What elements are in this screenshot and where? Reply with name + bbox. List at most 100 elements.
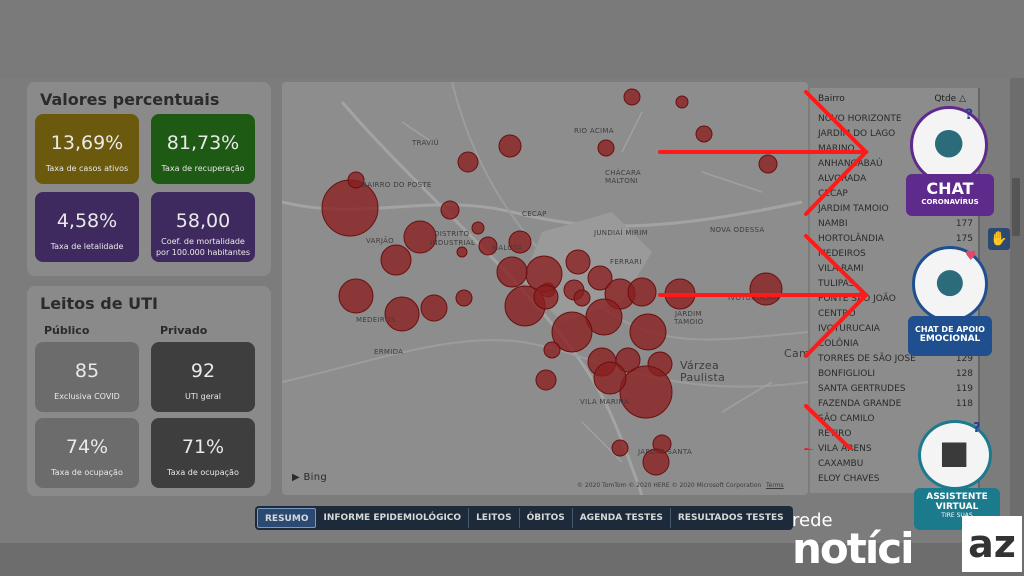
page-scrollbar[interactable]: [1012, 178, 1020, 236]
assistente-virtual-button[interactable]: ■ ? ASSISTENTE VIRTUAL TIRE SUAS: [914, 418, 1000, 530]
map-label: VARJÃO: [366, 237, 394, 245]
map-terms-link[interactable]: Terms: [766, 482, 784, 490]
card-label: Taxa de letalidade: [50, 242, 124, 251]
chat-apoio-button[interactable]: ● ♥ CHAT DE APOIO EMOCIONAL: [908, 244, 992, 358]
map-label: DISTRITO: [434, 230, 470, 238]
case-bubble[interactable]: [565, 249, 591, 275]
card-value: 71%: [181, 436, 225, 458]
assistente-line1: ASSISTENTE: [926, 492, 988, 502]
case-bubble[interactable]: [440, 200, 460, 220]
map-label: MALOTA: [492, 244, 523, 252]
card-value: 92: [190, 360, 216, 382]
tab-resumo[interactable]: RESUMO: [257, 508, 317, 528]
case-bubble[interactable]: [627, 277, 657, 307]
apoio-line2: EMOCIONAL: [919, 334, 981, 344]
map-label: INDUSTRIAL: [430, 239, 476, 247]
map-label: RIO ACIMA: [574, 127, 614, 135]
logo-bottom: notíci: [792, 524, 915, 573]
map-label: TRAVIÚ: [412, 139, 439, 147]
bairro-qty: 118: [955, 399, 973, 409]
apoio-avatar: ● ♥: [912, 246, 988, 322]
case-bubble[interactable]: [471, 221, 485, 235]
map-label: CECAP: [522, 210, 547, 218]
bairro-qty: 128: [955, 369, 973, 379]
chat-coronavirus-button[interactable]: ● ? CHAT CORONAVÍRUS: [906, 104, 994, 218]
col-header-qtde-label: Qtde: [934, 94, 957, 104]
case-bubble[interactable]: [384, 296, 420, 332]
chat-subtitle: CORONAVÍRUS: [921, 198, 979, 206]
case-bubble[interactable]: [597, 139, 615, 157]
chat-title: CHAT: [926, 179, 974, 198]
sort-icon: △: [959, 94, 966, 104]
card-value: 58,00: [175, 210, 231, 232]
case-bubble[interactable]: [573, 289, 591, 307]
tab-leitos[interactable]: LEITOS: [469, 508, 520, 528]
bing-icon: ▶: [292, 472, 300, 483]
card-recovery: 81,73% Taxa de recuperação: [151, 114, 255, 184]
heart-icon: ♥: [965, 249, 977, 264]
card-label-2: por 100.000 habitantes: [155, 248, 251, 257]
page-tabs: RESUMO INFORME EPIDEMIOLÓGICO LEITOS ÓBI…: [255, 506, 793, 530]
tab-informe[interactable]: INFORME EPIDEMIOLÓGICO: [316, 508, 470, 528]
case-bubble[interactable]: [455, 289, 473, 307]
case-bubble[interactable]: [533, 284, 559, 310]
case-bubble[interactable]: [457, 151, 479, 173]
card-label: Taxa de ocupação: [167, 468, 239, 477]
case-bubble[interactable]: [496, 256, 528, 288]
agent-headset-icon: ●: [933, 121, 965, 162]
tab-resultados[interactable]: RESULTADOS TESTES: [671, 508, 791, 528]
robot-icon: ■: [939, 433, 970, 471]
card-private-uti: 92 UTI geral: [151, 342, 255, 412]
card-public-occupancy: 74% Taxa de ocupação: [35, 418, 139, 488]
case-bubble[interactable]: [593, 361, 627, 395]
question-icon: ?: [973, 421, 981, 436]
case-bubble[interactable]: [543, 341, 561, 359]
case-bubble[interactable]: [380, 244, 412, 276]
uti-panel-title: Leitos de UTI: [40, 294, 158, 313]
card-value: 85: [74, 360, 100, 382]
percent-panel-title: Valores percentuais: [40, 90, 220, 109]
case-bubble[interactable]: [623, 88, 641, 106]
case-bubble[interactable]: [338, 278, 374, 314]
case-bubble[interactable]: [535, 369, 557, 391]
bairro-qty: 119: [955, 384, 973, 394]
card-label: Taxa de recuperação: [161, 164, 245, 173]
bairro-qty: 175: [955, 234, 973, 244]
card-mortality: 58,00 Coef. de mortalidade por 100.000 h…: [151, 192, 255, 262]
map-label: MEDEIROS: [356, 316, 396, 324]
card-public-covid: 85 Exclusiva COVID: [35, 342, 139, 412]
private-label: Privado: [160, 324, 208, 337]
apoio-line1: CHAT DE APOIO: [915, 325, 985, 334]
bairro-name: CAXAMBU: [818, 459, 864, 469]
robot-avatar: ■ ?: [918, 420, 992, 490]
card-value: 74%: [65, 436, 109, 458]
agent-headset-icon: ●: [935, 261, 965, 301]
logo-mark: az: [962, 516, 1022, 572]
card-label: Taxa de casos ativos: [45, 164, 129, 173]
bing-logo: ▶ Bing: [292, 472, 327, 483]
chat-avatar: ● ?: [910, 106, 988, 184]
chat-label: CHAT CORONAVÍRUS: [906, 174, 994, 216]
col-header-qtde[interactable]: Qtde △: [934, 94, 966, 104]
sign-language-icon[interactable]: ✋: [988, 228, 1010, 250]
apoio-label: CHAT DE APOIO EMOCIONAL: [908, 316, 992, 356]
card-lethality: 4,58% Taxa de letalidade: [35, 192, 139, 262]
case-bubble[interactable]: [403, 220, 437, 254]
map-label: CHÁCARA: [605, 169, 641, 177]
assistente-line2: VIRTUAL: [935, 502, 979, 512]
map-copyright: © 2020 TomTom © 2020 HERE © 2020 Microso…: [577, 482, 762, 489]
map-label: JUNDIAÍ MIRIM: [594, 229, 648, 237]
top-bar: [0, 0, 1024, 78]
card-private-occupancy: 71% Taxa de ocupação: [151, 418, 255, 488]
case-bubble[interactable]: [456, 246, 468, 258]
card-value: 13,69%: [50, 132, 124, 154]
case-bubble[interactable]: [611, 439, 629, 457]
tab-obitos[interactable]: ÓBITOS: [520, 508, 573, 528]
case-bubble[interactable]: [420, 294, 448, 322]
uti-panel: Leitos de UTI Público Privado 85 Exclusi…: [27, 286, 271, 496]
card-label: Coef. de mortalidade: [161, 237, 245, 246]
tab-agenda[interactable]: AGENDA TESTES: [573, 508, 671, 528]
question-icon: ?: [965, 107, 974, 123]
map-label: ERMIDA: [374, 348, 404, 356]
case-bubble[interactable]: [498, 134, 522, 158]
